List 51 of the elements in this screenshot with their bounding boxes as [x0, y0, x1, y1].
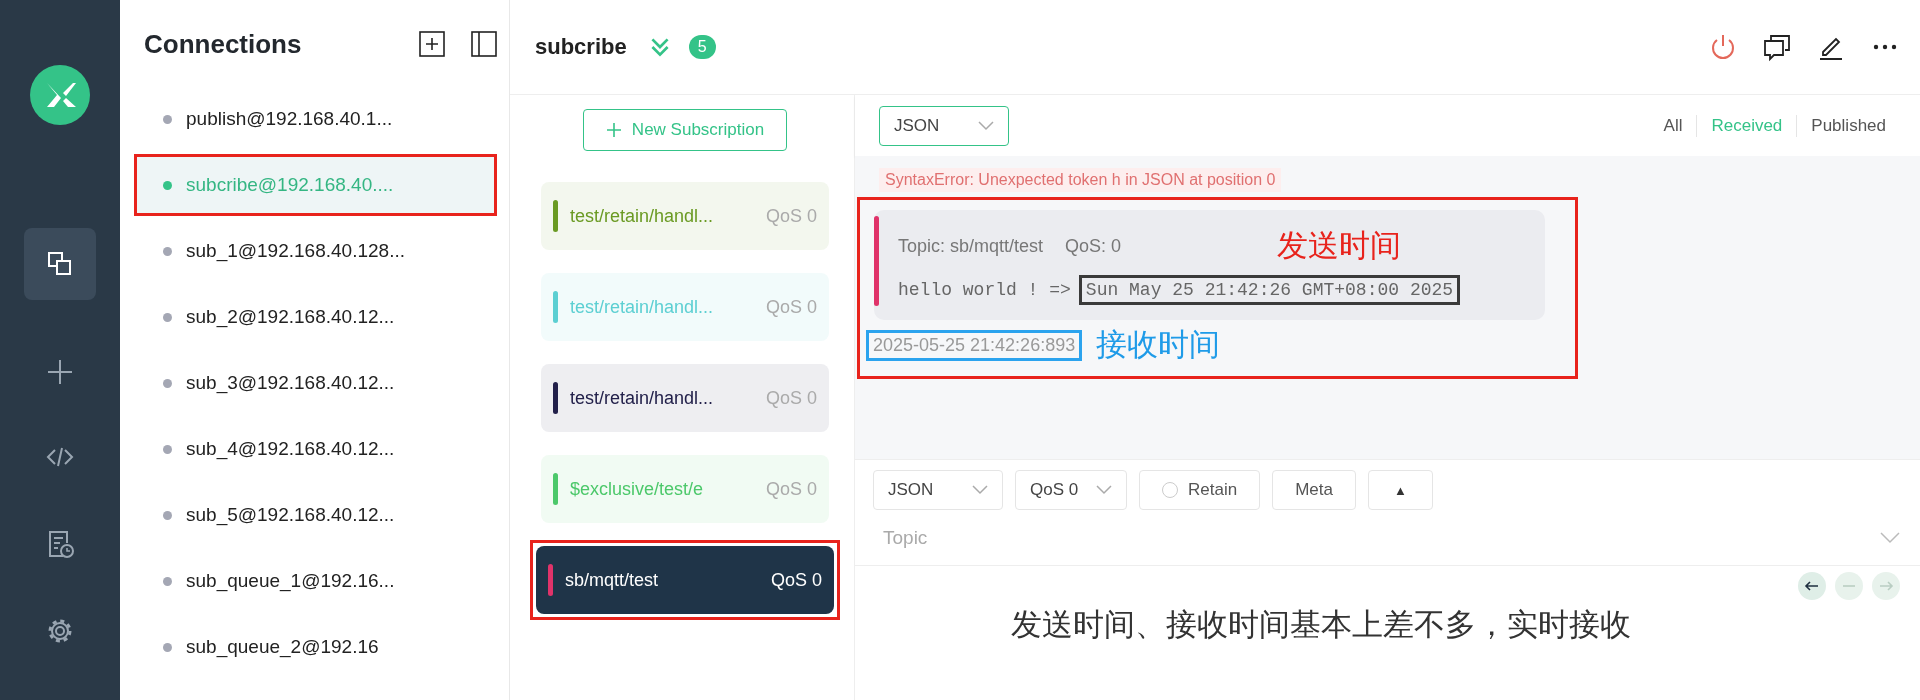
filter-tab[interactable]: All — [1649, 115, 1697, 136]
add-icon[interactable] — [419, 31, 445, 57]
topic-field[interactable]: Topic — [881, 525, 1880, 550]
connection-item[interactable]: sub_1@192.168.40.128... — [134, 220, 497, 282]
message-payload: hello world ! => — [898, 280, 1071, 300]
subscription-topic: test/retain/handl... — [570, 205, 715, 227]
receive-time: 2025-05-25 21:42:26:893 — [866, 329, 1083, 361]
qos-label: QoS 0 — [765, 478, 817, 500]
expand-button[interactable]: ▲ — [1367, 470, 1433, 510]
count-badge: 5 — [688, 35, 716, 59]
meta-button[interactable]: Meta — [1272, 470, 1356, 510]
qos-label: QoS 0 — [765, 387, 817, 409]
send-time: Sun May 25 21:42:26 GMT+08:00 2025 — [1078, 275, 1461, 305]
panel-title: Connections — [144, 28, 303, 60]
subscription-topic: $exclusive/test/e — [570, 478, 705, 500]
annotation-text: 发送时间 — [1277, 227, 1402, 265]
sidebar-icon[interactable] — [471, 31, 497, 57]
subscription-topic: sb/mqtt/test — [565, 569, 660, 591]
qos-select[interactable]: QoS 0 — [1015, 470, 1127, 510]
logo-icon — [30, 65, 90, 125]
format-select[interactable]: JSON — [873, 470, 1003, 510]
connection-item[interactable]: publish@192.168.40.1... — [134, 88, 497, 150]
subscription-topic: test/retain/handl... — [570, 387, 715, 409]
connection-item[interactable]: sub_queue_1@192.16... — [134, 550, 497, 612]
format-select[interactable]: JSON — [879, 105, 1009, 146]
subscription-item[interactable]: sb/mqtt/test QoS 0 — [536, 546, 834, 614]
caret-icon — [978, 120, 994, 131]
caret-icon — [1096, 485, 1112, 495]
connections-icon[interactable] — [24, 228, 96, 300]
retain-toggle[interactable]: Retain — [1139, 470, 1261, 510]
qos-label: QoS 0 — [765, 205, 817, 227]
caret-icon — [972, 485, 988, 495]
filter-tab[interactable]: Published — [1797, 115, 1900, 136]
message-topic: Topic: sb/mqtt/test — [898, 235, 1044, 257]
qos-label: QoS 0 — [770, 569, 822, 591]
message-qos: QoS: 0 — [1065, 235, 1122, 257]
connection-item[interactable]: sub_5@192.168.40.12... — [134, 484, 497, 546]
qos-label: QoS 0 — [765, 296, 817, 318]
subscription-item[interactable]: test/retain/handl... QoS 0 — [541, 364, 829, 432]
connection-item[interactable]: sub_4@192.168.40.12... — [134, 418, 497, 480]
connection-title: subcribe — [535, 34, 627, 60]
chat-icon[interactable] — [1762, 32, 1792, 62]
annotation-text: 接收时间 — [1096, 326, 1221, 364]
plus-icon[interactable] — [45, 357, 75, 387]
subscription-topic: test/retain/handl... — [570, 296, 715, 318]
error-tag: SyntaxError: Unexpected token h in JSON at position 0 — [879, 168, 1282, 192]
connection-item[interactable]: sub_2@192.168.40.12... — [134, 286, 497, 348]
connection-item[interactable]: sub_3@192.168.40.12... — [134, 352, 497, 414]
plus-icon — [605, 122, 622, 138]
connection-item[interactable]: sub_queue_2@192.16 — [134, 616, 497, 678]
payload-text[interactable]: 发送时间、接收时间基本上差不多，实时接收 — [1011, 604, 1631, 644]
